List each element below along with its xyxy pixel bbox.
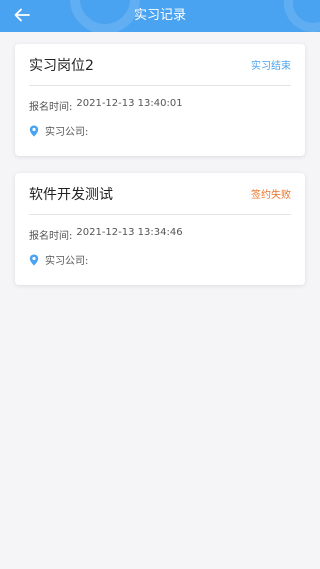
record-card-header: 实习岗位2 实习结束 <box>29 44 291 86</box>
record-list: 实习岗位2 实习结束 报名时间: 2021-12-13 13:40:01 实习公… <box>0 32 320 285</box>
company-row: 实习公司: <box>29 252 291 267</box>
record-title: 软件开发测试 <box>29 186 113 203</box>
record-card[interactable]: 实习岗位2 实习结束 报名时间: 2021-12-13 13:40:01 实习公… <box>15 44 305 156</box>
signup-time-value: 2021-12-13 13:40:01 <box>76 98 183 109</box>
status-badge: 签约失败 <box>251 190 291 201</box>
signup-time: 报名时间: 2021-12-13 13:40:01 <box>29 98 291 113</box>
location-pin-icon <box>29 254 39 266</box>
record-card-header: 软件开发测试 签约失败 <box>29 173 291 215</box>
signup-time-value: 2021-12-13 13:34:46 <box>76 227 183 238</box>
company-row: 实习公司: <box>29 123 291 138</box>
record-card[interactable]: 软件开发测试 签约失败 报名时间: 2021-12-13 13:34:46 实习… <box>15 173 305 285</box>
signup-time-label: 报名时间: <box>29 102 73 113</box>
page-title: 实习记录 <box>133 8 186 23</box>
signup-time: 报名时间: 2021-12-13 13:34:46 <box>29 227 291 242</box>
record-title: 实习岗位2 <box>29 57 94 74</box>
location-pin-icon <box>29 125 39 137</box>
company-label: 实习公司: <box>45 127 89 138</box>
status-badge: 实习结束 <box>251 61 291 72</box>
app-header: 实习记录 <box>0 0 320 32</box>
company-label: 实习公司: <box>45 256 89 267</box>
signup-time-label: 报名时间: <box>29 231 73 242</box>
